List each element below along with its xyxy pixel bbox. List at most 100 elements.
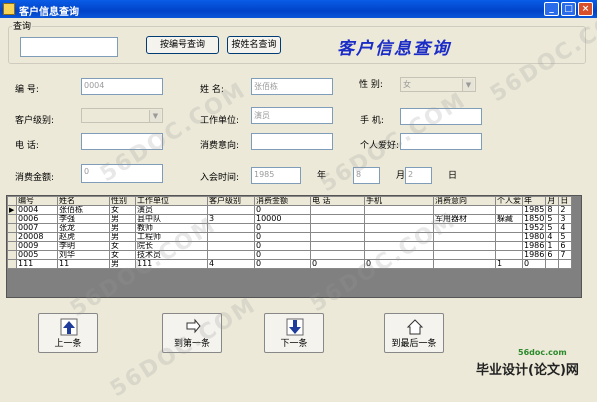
table-cell[interactable]: 演员 (135, 205, 208, 215)
tel-field[interactable] (81, 133, 163, 150)
customer-grid[interactable]: 编号 姓名 性别 工作单位 客户级别 消费金额 电 话 手机 消费意向 个人爱 … (6, 195, 582, 298)
month-field[interactable]: 8 (353, 167, 380, 184)
column-header[interactable]: 电 话 (310, 196, 365, 206)
table-cell[interactable] (433, 205, 496, 215)
table-cell[interactable] (207, 223, 255, 233)
table-cell[interactable]: 院长 (135, 241, 208, 251)
table-row[interactable]: 20008 赵虎男工程师 0 1980 4 5 (7, 232, 573, 242)
table-cell[interactable]: 3 (558, 214, 573, 224)
table-cell[interactable] (545, 259, 560, 269)
row-indicator[interactable] (7, 232, 17, 242)
table-cell[interactable] (310, 250, 365, 260)
id-field[interactable]: 0004 (81, 78, 163, 95)
name-field[interactable]: 张佰栋 (251, 78, 333, 95)
table-cell[interactable]: 0 (310, 259, 365, 269)
phone-field[interactable] (400, 108, 482, 125)
table-cell[interactable]: 县中队 (135, 214, 208, 224)
table-cell[interactable]: 赵虎 (57, 232, 110, 242)
table-cell[interactable]: 4 (207, 259, 255, 269)
table-cell[interactable]: 0 (254, 259, 311, 269)
table-cell[interactable]: 20008 (16, 232, 58, 242)
table-cell[interactable]: 张佰栋 (57, 205, 110, 215)
table-cell[interactable]: 7 (558, 250, 573, 260)
window-titlebar[interactable]: 客户信息查询 _ □ × (0, 0, 597, 18)
work-field[interactable]: 演员 (251, 107, 333, 124)
table-cell[interactable]: 5 (558, 232, 573, 242)
table-cell[interactable] (364, 214, 434, 224)
table-cell[interactable]: 0 (254, 250, 311, 260)
table-cell[interactable]: 李强 (57, 214, 110, 224)
table-row[interactable]: 0005 刘华女技术员 0 1986 6 7 (7, 250, 573, 260)
row-indicator[interactable] (7, 223, 17, 233)
table-cell[interactable]: 6 (558, 241, 573, 251)
table-row[interactable]: 0009 李明女院长 0 1986 1 6 (7, 241, 573, 251)
search-by-id-button[interactable]: 按编号查询 (146, 36, 219, 54)
table-cell[interactable]: 1985 (521, 205, 547, 215)
intent-field[interactable] (251, 133, 333, 150)
column-header[interactable]: 工作单位 (135, 196, 208, 206)
table-cell[interactable]: 0009 (16, 241, 58, 251)
table-cell[interactable] (364, 232, 434, 242)
table-row[interactable]: ▶ 0004 张佰栋女演员 0 1985 8 2 (7, 205, 573, 215)
table-cell[interactable] (558, 259, 573, 269)
table-cell[interactable]: 111 (135, 259, 208, 269)
column-header[interactable]: 消费意向 (433, 196, 496, 206)
table-cell[interactable]: 1952 (521, 223, 547, 233)
column-header[interactable]: 消费金额 (254, 196, 311, 206)
row-indicator[interactable] (7, 259, 17, 269)
table-cell[interactable] (364, 205, 434, 215)
table-cell[interactable]: 躲藏 (495, 214, 523, 224)
table-cell[interactable] (495, 232, 523, 242)
table-cell[interactable] (207, 250, 255, 260)
table-cell[interactable]: 10000 (254, 214, 311, 224)
table-cell[interactable]: 1986 (521, 250, 547, 260)
prev-record-button[interactable]: 上一条 (38, 313, 98, 353)
table-cell[interactable] (207, 205, 255, 215)
column-header[interactable]: 客户级别 (207, 196, 255, 206)
column-header[interactable]: 姓名 (57, 196, 110, 206)
table-cell[interactable]: 1850 (521, 214, 547, 224)
table-cell[interactable]: 女 (109, 241, 136, 251)
amount-field[interactable]: 0 (81, 164, 163, 183)
table-cell[interactable]: 男 (109, 259, 136, 269)
table-cell[interactable] (433, 250, 496, 260)
table-cell[interactable]: 3 (207, 214, 255, 224)
row-indicator[interactable] (7, 241, 17, 251)
table-cell[interactable]: 5 (545, 214, 560, 224)
table-cell[interactable]: 0006 (16, 214, 58, 224)
table-cell[interactable] (310, 205, 365, 215)
table-cell[interactable]: 技术员 (135, 250, 208, 260)
table-cell[interactable]: 8 (545, 205, 560, 215)
table-cell[interactable]: 0 (364, 259, 434, 269)
column-header[interactable]: 性别 (109, 196, 136, 206)
table-cell[interactable] (310, 232, 365, 242)
table-cell[interactable]: 2 (558, 205, 573, 215)
next-record-button[interactable]: 下一条 (264, 313, 324, 353)
search-by-name-button[interactable]: 按姓名查询 (227, 36, 281, 54)
table-cell[interactable] (310, 241, 365, 251)
row-indicator[interactable] (7, 214, 17, 224)
table-cell[interactable]: 0 (254, 223, 311, 233)
table-cell[interactable]: 4 (558, 223, 573, 233)
table-cell[interactable]: 0 (254, 232, 311, 242)
table-cell[interactable] (495, 241, 523, 251)
table-cell[interactable] (495, 250, 523, 260)
table-cell[interactable] (433, 259, 496, 269)
table-cell[interactable] (364, 241, 434, 251)
first-record-button[interactable]: 到第一条 (162, 313, 222, 353)
column-header[interactable]: 手机 (364, 196, 434, 206)
table-cell[interactable]: 0004 (16, 205, 58, 215)
table-row[interactable]: 0006 李强男县中队 3 10000 军用器材 躲藏 1850 5 3 (7, 214, 573, 224)
chevron-down-icon[interactable]: ▼ (149, 110, 161, 122)
table-cell[interactable]: 1 (495, 259, 523, 269)
table-cell[interactable]: 1986 (521, 241, 547, 251)
day-field[interactable]: 2 (405, 167, 432, 184)
table-cell[interactable]: 男 (109, 214, 136, 224)
table-cell[interactable] (364, 223, 434, 233)
table-cell[interactable] (310, 223, 365, 233)
table-row[interactable]: 111 11 男 111 4 0 0 0 1 0 (7, 259, 573, 269)
table-cell[interactable]: 0 (254, 241, 311, 251)
table-cell[interactable]: 0 (254, 205, 311, 215)
table-cell[interactable]: 5 (545, 223, 560, 233)
search-input[interactable] (20, 37, 118, 57)
